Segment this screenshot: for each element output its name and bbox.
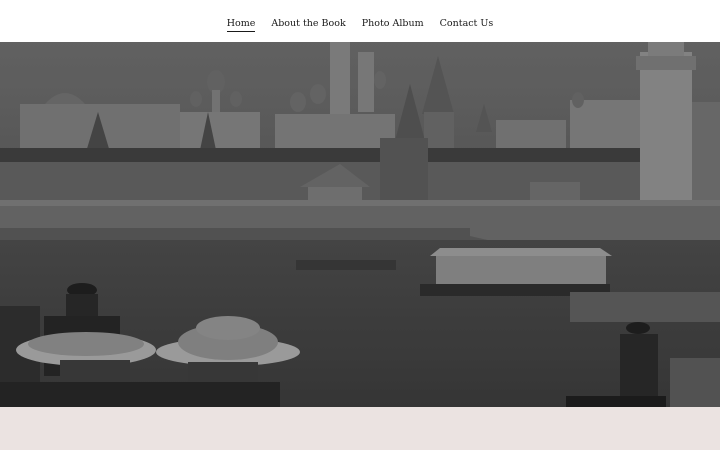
photo-album-link[interactable]: Photo Album	[362, 18, 424, 31]
contact-us-link[interactable]: Contact Us	[440, 18, 494, 31]
content-band	[0, 407, 720, 450]
main-menu: Home About the Book Photo Album Contact …	[226, 11, 494, 32]
about-the-book-link[interactable]: About the Book	[271, 18, 345, 31]
hero-overlay	[0, 42, 720, 407]
menu-item-about: About the Book	[271, 11, 345, 32]
home-link[interactable]: Home	[226, 18, 256, 32]
menu-item-contact: Contact Us	[440, 11, 494, 32]
hero-photo-illustration	[0, 42, 720, 407]
top-navigation: Home About the Book Photo Album Contact …	[0, 0, 720, 42]
main-menu-list: Home About the Book Photo Album Contact …	[226, 11, 494, 32]
hero-photo	[0, 42, 720, 407]
menu-item-home: Home	[226, 11, 256, 32]
menu-item-photo-album: Photo Album	[362, 11, 424, 32]
